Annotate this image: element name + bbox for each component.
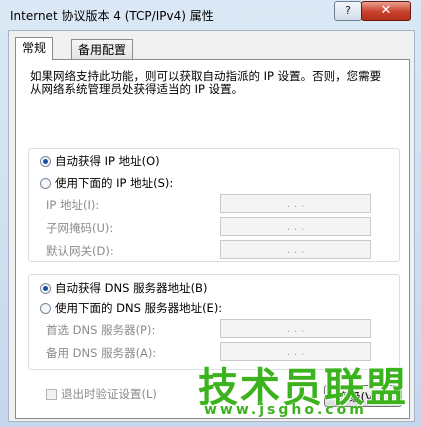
ip-address-field[interactable]: . . . bbox=[220, 194, 371, 213]
close-button[interactable]: ✕ bbox=[361, 1, 411, 21]
radio-auto-ip[interactable]: 自动获得 IP 地址(O) bbox=[40, 153, 160, 169]
checkbox-icon bbox=[46, 389, 57, 400]
general-panel: 如果网络支持此功能，则可以获取自动指派的 IP 设置。否则，您需要从网络系统管理… bbox=[15, 59, 410, 419]
alternate-dns-field[interactable]: . . . bbox=[220, 342, 371, 361]
description-text: 如果网络支持此功能，则可以获取自动指派的 IP 设置。否则，您需要从网络系统管理… bbox=[30, 69, 382, 96]
radio-manual-ip[interactable]: 使用下面的 IP 地址(S): bbox=[40, 175, 173, 191]
dialog-content: 常规 备用配置 如果网络支持此功能，则可以获取自动指派的 IP 设置。否则，您需… bbox=[8, 30, 415, 422]
radio-unselected-icon bbox=[40, 303, 51, 314]
manual-ip-label: 使用下面的 IP 地址(S): bbox=[55, 176, 174, 190]
validate-label: 退出时验证设置(L) bbox=[61, 387, 157, 401]
radio-selected-icon bbox=[40, 283, 51, 294]
preferred-dns-field[interactable]: . . . bbox=[220, 319, 371, 338]
auto-dns-label: 自动获得 DNS 服务器地址(B) bbox=[55, 281, 208, 295]
title-bar: Internet 协议版本 4 (TCP/IPv4) 属性 ? ✕ bbox=[0, 0, 421, 28]
radio-auto-dns[interactable]: 自动获得 DNS 服务器地址(B) bbox=[40, 280, 207, 296]
window-title: Internet 协议版本 4 (TCP/IPv4) 属性 bbox=[10, 9, 214, 23]
dialog-window: Internet 协议版本 4 (TCP/IPv4) 属性 ? ✕ 常规 备用配… bbox=[0, 0, 421, 427]
manual-dns-label: 使用下面的 DNS 服务器地址(E): bbox=[55, 301, 223, 315]
radio-selected-icon bbox=[40, 156, 51, 167]
tab-alternate-config[interactable]: 备用配置 bbox=[71, 39, 134, 59]
help-button[interactable]: ? bbox=[334, 1, 362, 21]
subnet-mask-field[interactable]: . . . bbox=[220, 217, 371, 236]
radio-manual-dns[interactable]: 使用下面的 DNS 服务器地址(E): bbox=[40, 300, 222, 316]
tab-general[interactable]: 常规 bbox=[15, 37, 54, 60]
default-gateway-field[interactable]: . . . bbox=[220, 240, 371, 259]
advanced-button[interactable]: 高级(V)... bbox=[324, 385, 402, 407]
alternate-dns-label: 备用 DNS 服务器(A): bbox=[46, 346, 157, 360]
auto-ip-label: 自动获得 IP 地址(O) bbox=[55, 154, 160, 168]
ip-address-label: IP 地址(I): bbox=[46, 198, 100, 212]
default-gateway-label: 默认网关(D): bbox=[46, 244, 114, 258]
radio-unselected-icon bbox=[40, 178, 51, 189]
validate-on-exit-checkbox[interactable]: 退出时验证设置(L) bbox=[46, 386, 157, 402]
subnet-mask-label: 子网掩码(U): bbox=[46, 221, 114, 235]
preferred-dns-label: 首选 DNS 服务器(P): bbox=[46, 323, 156, 337]
